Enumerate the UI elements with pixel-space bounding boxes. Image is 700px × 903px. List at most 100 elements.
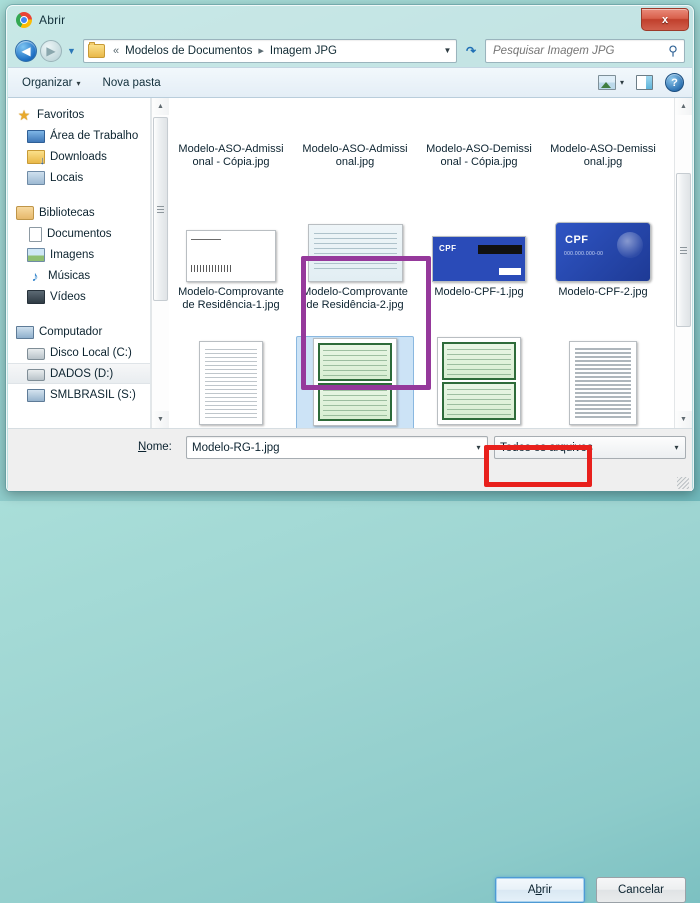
sidebar-item-bibliotecas[interactable]: Bibliotecas <box>8 202 150 223</box>
new-folder-button[interactable]: Nova pasta <box>95 74 169 92</box>
breadcrumb-overflow[interactable]: « <box>109 45 123 57</box>
hard-drive-icon <box>27 348 45 360</box>
chevron-down-icon: ▼ <box>67 45 76 56</box>
network-drive-icon <box>27 389 45 402</box>
file-name: Modelo-CPF-2.jpg <box>558 286 648 298</box>
file-tile-selected[interactable]: Modelo-RG-1.jpg <box>293 334 417 428</box>
sidebar-label: Vídeos <box>50 290 86 303</box>
help-button[interactable]: ? <box>665 73 684 92</box>
scroll-up-button[interactable]: ▲ <box>152 98 169 115</box>
file-tile[interactable]: Modelo-Curriculum Vitae-4.jpg <box>169 334 293 428</box>
close-button[interactable]: x <box>641 8 689 31</box>
cpf-number: 000.000.000-00 <box>564 251 604 257</box>
scrollbar-thumb[interactable] <box>676 173 691 327</box>
search-icon[interactable]: ⚲ <box>662 43 684 59</box>
sidebar-label: DADOS (D:) <box>50 367 114 380</box>
chevron-down-icon: ▾ <box>619 78 624 87</box>
back-arrow-icon: ◀ <box>21 43 31 58</box>
sidebar-label: Locais <box>50 171 84 184</box>
command-bar: Organizar ▾ Nova pasta ▾ ? <box>8 67 692 98</box>
help-icon: ? <box>665 73 684 92</box>
history-dropdown-button[interactable]: ▼ <box>64 46 79 56</box>
sidebar-item-disco-local-c[interactable]: Disco Local (C:) <box>8 342 150 363</box>
sidebar-scrollbar[interactable]: ▲ ▼ <box>151 98 169 428</box>
documents-icon <box>29 226 42 242</box>
downloads-icon <box>27 150 45 166</box>
file-name: Modelo-ASO-Admissional.jpg <box>302 143 408 168</box>
sidebar-item-locais[interactable]: Locais <box>8 167 150 188</box>
star-icon: ★ <box>17 106 31 123</box>
file-thumbnail <box>186 230 276 282</box>
forward-button[interactable]: ▶ <box>40 39 62 62</box>
sidebar-group-favoritos: ★ Favoritos Área de Trabalho Downloads L… <box>8 104 150 188</box>
sidebar-item-downloads[interactable]: Downloads <box>8 146 150 167</box>
file-list-pane[interactable]: Modelo-ASO-Admissional - Cópia.jpg Model… <box>169 98 674 428</box>
sidebar-label: Computador <box>39 325 103 338</box>
file-tile[interactable]: Modelo-Termo de Devolução de Equipamento… <box>541 334 665 428</box>
sidebar-item-smlbrasil-s[interactable]: SMLBRASIL (S:) <box>8 384 150 405</box>
refresh-button[interactable]: ↷ <box>459 40 483 62</box>
sidebar-item-computador[interactable]: Computador <box>8 321 150 342</box>
libraries-icon <box>16 206 34 220</box>
grip-icon <box>680 245 687 256</box>
search-box[interactable]: ⚲ <box>485 38 685 63</box>
navigation-pane: ★ Favoritos Área de Trabalho Downloads L… <box>8 98 151 428</box>
file-list-scrollbar[interactable]: ▲ ▼ <box>674 98 692 428</box>
search-input[interactable] <box>486 43 662 58</box>
videos-icon <box>27 290 45 304</box>
sidebar-item-musicas[interactable]: ♪ Músicas <box>8 265 150 286</box>
organize-label: Organizar <box>22 76 73 89</box>
sidebar-item-area-de-trabalho[interactable]: Área de Trabalho <box>8 125 150 146</box>
file-tile[interactable]: Modelo-Comprovante de Residência-2.jpg <box>293 191 417 334</box>
computer-icon <box>16 326 34 339</box>
refresh-icon: ↷ <box>465 43 477 58</box>
sidebar-item-dados-d[interactable]: DADOS (D:) <box>8 363 150 384</box>
file-tile[interactable]: Modelo-ASO-Demissional - Cópia.jpg <box>417 98 541 191</box>
file-name-label-rest: ome: <box>146 441 172 453</box>
sidebar-label: Favoritos <box>37 108 85 121</box>
file-tile[interactable]: CPF 000.000.000-00 Modelo-CPF-2.jpg <box>541 191 665 334</box>
hard-drive-icon <box>27 369 45 381</box>
scrollbar-track[interactable] <box>152 115 169 411</box>
music-icon: ♪ <box>31 267 39 284</box>
help-glyph: ? <box>671 76 678 89</box>
file-type-value: Todos os arquivos <box>500 441 593 454</box>
scroll-up-button[interactable]: ▲ <box>675 98 692 115</box>
preview-pane-button[interactable] <box>636 75 653 90</box>
sidebar-item-videos[interactable]: Vídeos <box>8 286 150 307</box>
file-tile[interactable]: Modelo-ASO-Admissional - Cópia.jpg <box>169 98 293 191</box>
file-tile[interactable]: Modelo-ASO-Admissional.jpg <box>293 98 417 191</box>
organize-button[interactable]: Organizar ▾ <box>14 74 89 92</box>
resize-grip[interactable] <box>677 477 689 489</box>
file-tile[interactable]: Modelo-Comprovante de Residência-1.jpg <box>169 191 293 334</box>
address-dropdown-icon[interactable]: ▼ <box>439 46 456 55</box>
scrollbar-thumb[interactable] <box>153 117 168 301</box>
file-tile[interactable]: Modelo-ASO-Demissional.jpg <box>541 98 665 191</box>
cpf-title: CPF <box>439 244 457 253</box>
address-bar[interactable]: « Modelos de Documentos ▸ Imagem JPG ▼ <box>83 38 457 63</box>
scroll-down-button[interactable]: ▼ <box>675 411 692 428</box>
scroll-down-button[interactable]: ▼ <box>152 411 169 428</box>
file-name-input[interactable] <box>187 440 470 455</box>
file-tile[interactable]: CPF Modelo-CPF-1.jpg <box>417 191 541 334</box>
file-tile[interactable]: Modelo-RG-2.jpg <box>417 334 541 428</box>
open-button[interactable]: Abrir <box>495 877 585 903</box>
breadcrumb-item-parent[interactable]: Modelos de Documentos <box>123 44 254 58</box>
chevron-down-icon: ▾ <box>76 78 81 88</box>
scrollbar-track[interactable] <box>675 115 692 411</box>
open-file-dialog: Abrir x ◀ ▶ ▼ « Modelos de Documentos ▸ … <box>6 5 694 903</box>
view-mode-button[interactable]: ▾ <box>597 75 624 90</box>
window-title: Abrir <box>39 13 66 27</box>
sidebar-item-favoritos[interactable]: ★ Favoritos <box>8 104 150 125</box>
cancel-button[interactable]: Cancelar <box>596 877 686 903</box>
breadcrumb-item-current[interactable]: Imagem JPG <box>268 44 339 58</box>
chevron-down-icon[interactable]: ▾ <box>668 443 685 452</box>
file-thumbnail <box>569 341 637 425</box>
sidebar-item-documentos[interactable]: Documentos <box>8 223 150 244</box>
file-type-combobox[interactable]: Todos os arquivos ▾ <box>494 436 686 459</box>
chevron-down-icon[interactable]: ▾ <box>470 443 487 452</box>
sidebar-item-imagens[interactable]: Imagens <box>8 244 150 265</box>
file-name-combobox[interactable]: ▾ <box>186 436 488 459</box>
breadcrumb-separator: ▸ <box>258 45 264 57</box>
back-button[interactable]: ◀ <box>15 39 37 62</box>
